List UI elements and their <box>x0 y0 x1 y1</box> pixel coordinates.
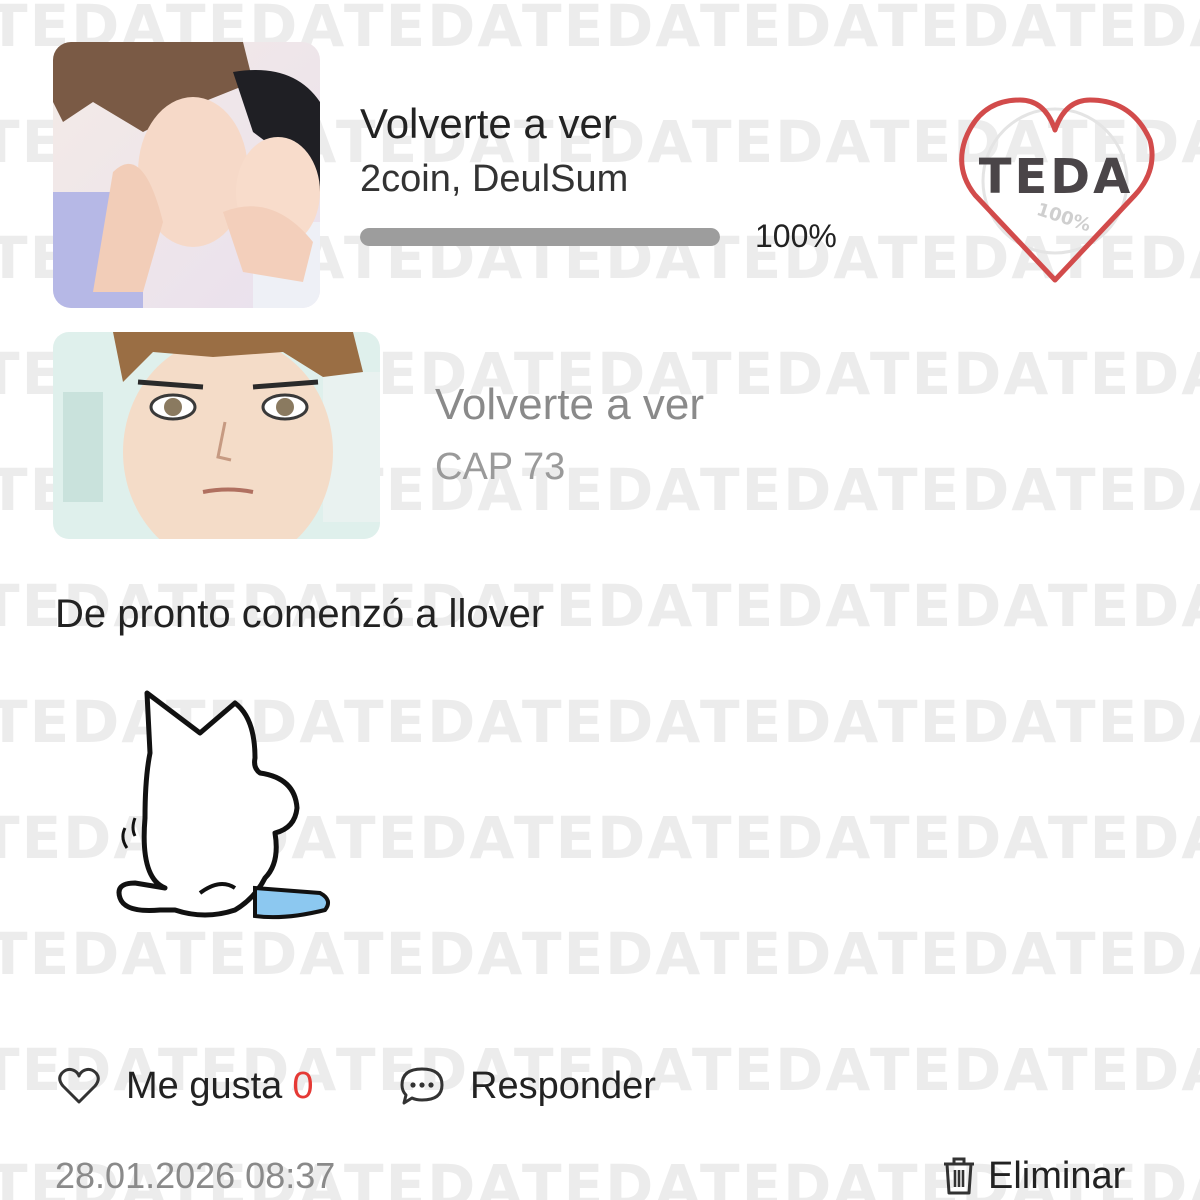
reading-progress-bar <box>360 228 720 246</box>
cover-art-icon <box>53 42 320 308</box>
series-title[interactable]: Volverte a ver <box>360 100 617 148</box>
delete-label: Eliminar <box>988 1154 1126 1197</box>
reply-label: Responder <box>470 1064 656 1107</box>
reply-button[interactable]: Responder <box>398 1060 656 1112</box>
episode-title[interactable]: Volverte a ver <box>435 380 704 430</box>
delete-button[interactable]: Eliminar <box>938 1152 1125 1200</box>
trash-icon <box>944 1157 974 1195</box>
stamp-text: TEDA <box>979 149 1134 205</box>
like-count: 0 <box>292 1064 314 1107</box>
reading-progress-fill <box>360 228 720 246</box>
series-cover-image[interactable] <box>53 42 320 308</box>
cat-sticker-icon <box>105 688 335 928</box>
episode-chapter: CAP 73 <box>435 446 566 488</box>
like-label: Me gusta <box>126 1064 283 1107</box>
like-button[interactable]: Me gusta 0 <box>58 1060 313 1112</box>
reading-progress-label: 100% <box>755 218 837 254</box>
heart-icon <box>58 1067 100 1104</box>
chat-bubble-icon <box>400 1067 444 1105</box>
comment-timestamp: 28.01.2026 08:37 <box>55 1155 336 1196</box>
episode-thumbnail-icon[interactable] <box>53 332 380 539</box>
series-authors: 2coin, DeulSum <box>360 158 629 200</box>
heart-stamp-icon: TEDA 100% <box>950 85 1165 290</box>
comment-text: De pronto comenzó a llover <box>55 592 545 636</box>
